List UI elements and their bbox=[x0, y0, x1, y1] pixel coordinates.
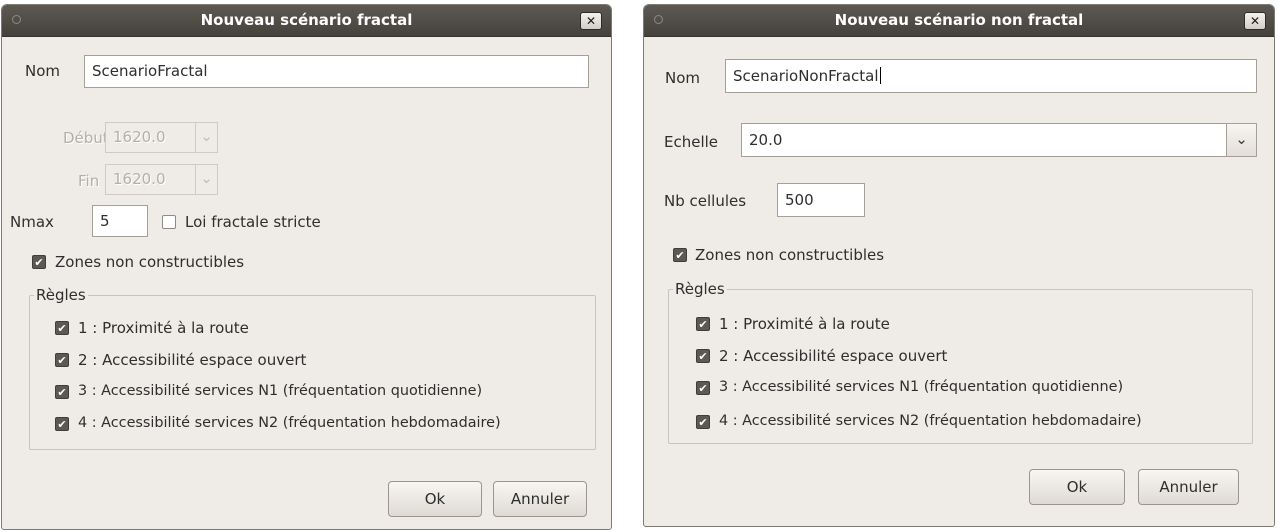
close-button[interactable]: ✕ bbox=[1244, 12, 1266, 30]
rule-4-label[interactable]: 4 : Accessibilité services N2 (fréquenta… bbox=[78, 415, 501, 431]
rule-3-checkbox[interactable]: ✔ bbox=[55, 385, 69, 399]
zones-checkbox[interactable]: ✔ bbox=[673, 248, 687, 262]
nb-cellules-label: Nb cellules bbox=[664, 192, 747, 210]
close-button[interactable]: ✕ bbox=[580, 12, 602, 30]
fractal-titlebar[interactable]: Nouveau scénario fractal ✕ bbox=[2, 5, 611, 37]
rule-3-checkbox[interactable]: ✔ bbox=[696, 381, 710, 395]
cancel-button[interactable]: Annuler bbox=[1138, 469, 1239, 505]
dialog-title: Nouveau scénario non fractal bbox=[834, 11, 1084, 29]
check-icon: ✔ bbox=[698, 350, 708, 363]
rule-2-label[interactable]: 2 : Accessibilité espace ouvert bbox=[78, 351, 306, 369]
dialog-title: Nouveau scénario fractal bbox=[200, 11, 413, 29]
nom-input-value: ScenarioNonFractal bbox=[733, 67, 879, 85]
debut-select-value: 1620.0 bbox=[113, 128, 166, 146]
rule-4-checkbox[interactable]: ✔ bbox=[696, 415, 710, 429]
rule-1-label[interactable]: 1 : Proximité à la route bbox=[78, 319, 249, 337]
cancel-button[interactable]: Annuler bbox=[493, 481, 587, 517]
check-icon: ✔ bbox=[57, 418, 67, 431]
rule-1-checkbox[interactable]: ✔ bbox=[55, 321, 69, 335]
check-icon: ✔ bbox=[698, 382, 708, 395]
fin-select[interactable]: 1620.0 bbox=[105, 164, 197, 195]
echelle-dropdown-button[interactable]: ⌄ bbox=[1226, 123, 1257, 157]
zones-label[interactable]: Zones non constructibles bbox=[695, 246, 884, 264]
check-icon: ✔ bbox=[57, 322, 67, 335]
text-caret bbox=[879, 67, 881, 84]
check-icon: ✔ bbox=[675, 249, 685, 262]
nom-input[interactable]: ScenarioNonFractal bbox=[725, 59, 1257, 93]
chevron-down-icon: ⌄ bbox=[200, 169, 213, 187]
fin-select-value: 1620.0 bbox=[113, 170, 166, 188]
ok-button[interactable]: Ok bbox=[388, 481, 482, 517]
nmax-input-value: 5 bbox=[100, 212, 110, 230]
fractal-scenario-dialog: Nouveau scénario fractal ✕ Nom ScenarioF… bbox=[1, 4, 612, 530]
debut-select[interactable]: 1620.0 bbox=[105, 122, 197, 153]
debut-dropdown-button[interactable]: ⌄ bbox=[195, 122, 218, 153]
nom-input[interactable]: ScenarioFractal bbox=[84, 55, 589, 88]
rule-4-label[interactable]: 4 : Accessibilité services N2 (fréquenta… bbox=[719, 413, 1142, 429]
close-icon: ✕ bbox=[1249, 14, 1261, 28]
regles-title: Règles bbox=[34, 286, 88, 304]
fin-dropdown-button[interactable]: ⌄ bbox=[195, 164, 218, 195]
close-icon: ✕ bbox=[585, 14, 597, 28]
rule-3-label[interactable]: 3 : Accessibilité services N1 (fréquenta… bbox=[719, 379, 1123, 395]
echelle-select[interactable]: 20.0 bbox=[741, 123, 1227, 157]
regles-title: Règles bbox=[673, 280, 727, 298]
ok-button[interactable]: Ok bbox=[1029, 469, 1125, 505]
echelle-select-value: 20.0 bbox=[749, 131, 783, 149]
nb-cellules-input[interactable]: 500 bbox=[777, 183, 865, 217]
nonfractal-scenario-dialog: Nouveau scénario non fractal ✕ Nom Scena… bbox=[643, 4, 1275, 527]
nonfractal-titlebar[interactable]: Nouveau scénario non fractal ✕ bbox=[644, 5, 1274, 37]
loi-fractale-checkbox[interactable] bbox=[162, 215, 176, 229]
rule-2-label[interactable]: 2 : Accessibilité espace ouvert bbox=[719, 347, 947, 365]
rule-1-label[interactable]: 1 : Proximité à la route bbox=[719, 315, 890, 333]
nom-label: Nom bbox=[25, 62, 61, 80]
zones-label[interactable]: Zones non constructibles bbox=[55, 253, 244, 271]
nom-label: Nom bbox=[665, 69, 701, 87]
nmax-input[interactable]: 5 bbox=[92, 205, 148, 237]
zones-checkbox[interactable]: ✔ bbox=[32, 255, 46, 269]
rule-4-checkbox[interactable]: ✔ bbox=[55, 417, 69, 431]
echelle-label: Echelle bbox=[664, 133, 719, 151]
rule-2-checkbox[interactable]: ✔ bbox=[55, 353, 69, 367]
nb-cellules-input-value: 500 bbox=[785, 191, 814, 209]
check-icon: ✔ bbox=[698, 318, 708, 331]
nom-input-value: ScenarioFractal bbox=[92, 62, 208, 80]
check-icon: ✔ bbox=[34, 256, 44, 269]
fin-label: Fin bbox=[78, 172, 100, 190]
check-icon: ✔ bbox=[698, 416, 708, 429]
rule-2-checkbox[interactable]: ✔ bbox=[696, 349, 710, 363]
debut-label: Début bbox=[63, 129, 109, 147]
check-icon: ✔ bbox=[57, 354, 67, 367]
loi-fractale-label[interactable]: Loi fractale stricte bbox=[185, 213, 321, 231]
check-icon: ✔ bbox=[57, 386, 67, 399]
chevron-down-icon: ⌄ bbox=[1235, 130, 1248, 148]
chevron-down-icon: ⌄ bbox=[200, 127, 213, 145]
rule-1-checkbox[interactable]: ✔ bbox=[696, 317, 710, 331]
rule-3-label[interactable]: 3 : Accessibilité services N1 (fréquenta… bbox=[78, 383, 482, 399]
nmax-label: Nmax bbox=[10, 213, 54, 231]
